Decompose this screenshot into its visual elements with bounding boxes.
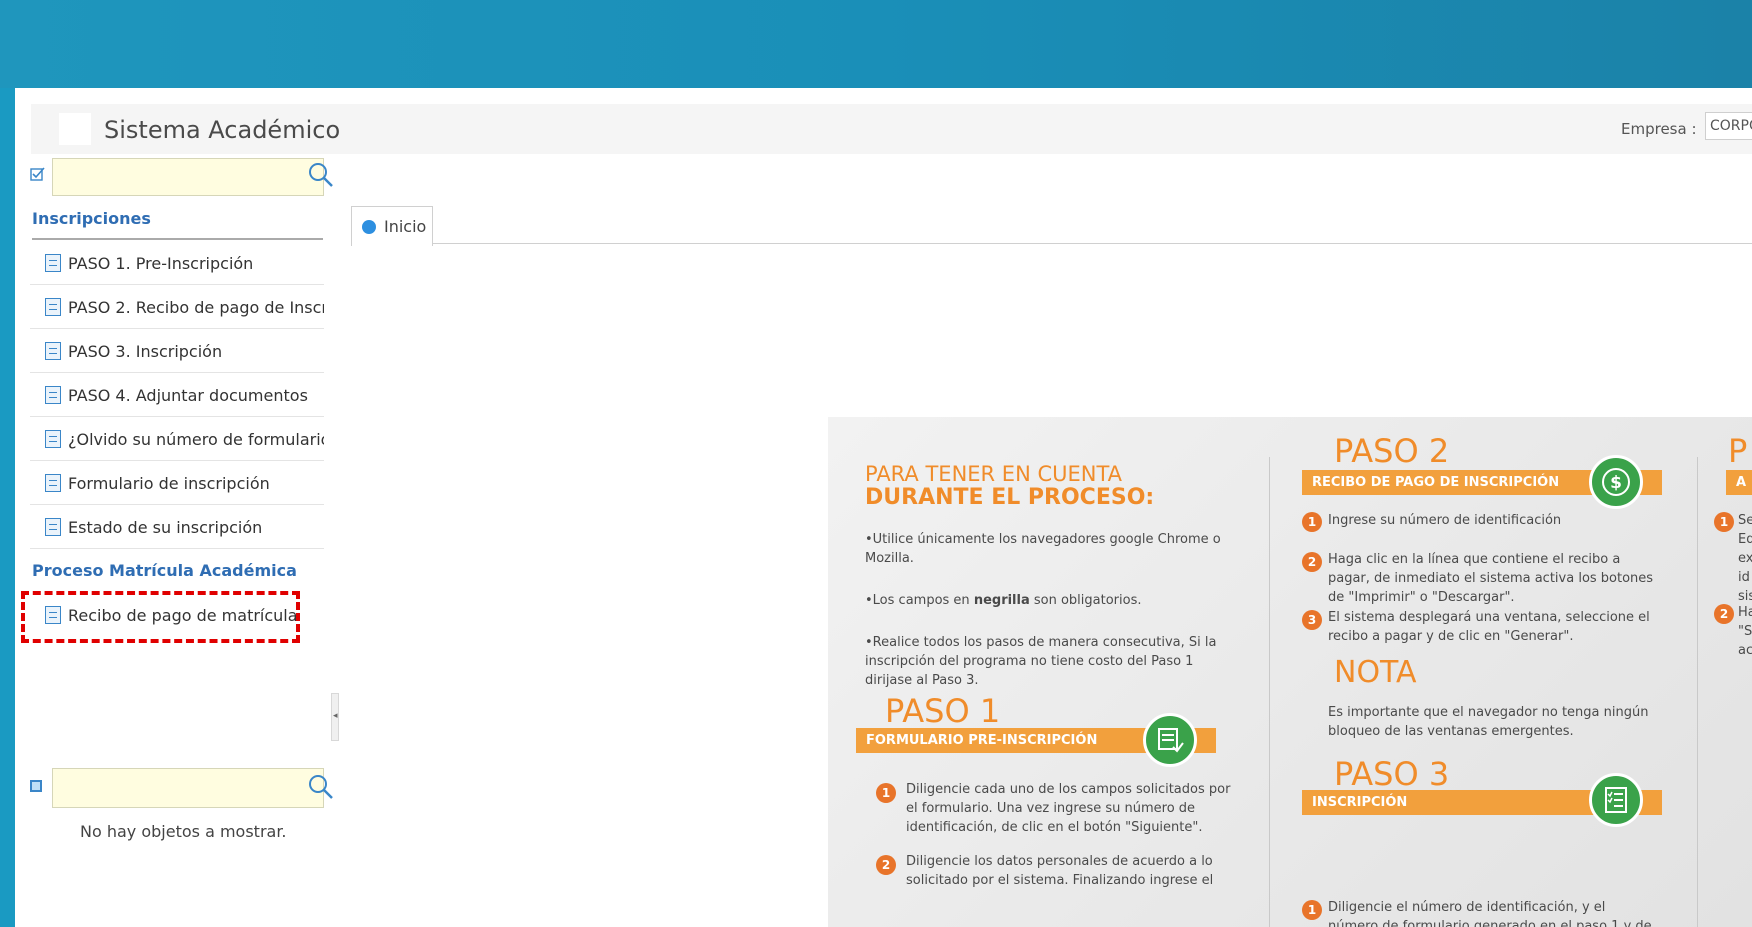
step-number-badge: 1 bbox=[1714, 512, 1734, 532]
paso1-step1: Diligencie cada uno de los campos solici… bbox=[906, 782, 1231, 835]
red-dashed-highlight bbox=[21, 591, 300, 643]
tab-inicio[interactable]: Inicio bbox=[351, 206, 433, 246]
empty-state-message: No hay objetos a mostrar. bbox=[80, 822, 287, 841]
paso4-title-partial: P bbox=[1728, 432, 1748, 470]
paso4-step1-partial: Se Ed ex id sis bbox=[1738, 513, 1752, 604]
empresa-label: Empresa : bbox=[1621, 120, 1697, 138]
app-window: Sistema Académico Empresa : CORPOR Inscr… bbox=[15, 88, 1752, 927]
menu-item-paso4[interactable]: PASO 4. Adjuntar documentos bbox=[30, 373, 324, 417]
menu-item-label: ¿Olvido su número de formulario? bbox=[68, 430, 324, 449]
menu-item-paso3[interactable]: PASO 3. Inscripción bbox=[30, 329, 324, 373]
nota-text: Es importante que el navegador no tenga … bbox=[1328, 705, 1649, 739]
nota-title: NOTA bbox=[1334, 655, 1417, 690]
menu-item-label: PASO 2. Recibo de pago de Inscripción bbox=[68, 298, 324, 317]
document-icon bbox=[45, 518, 61, 536]
document-icon bbox=[45, 254, 61, 272]
paso4-step2-partial: Ha "S ac bbox=[1738, 605, 1752, 658]
search-icon[interactable] bbox=[306, 160, 336, 190]
intro-paragraph-2: •Los campos en negrilla son obligatorios… bbox=[865, 591, 1225, 610]
menu-item-label: PASO 3. Inscripción bbox=[68, 342, 223, 361]
column-divider bbox=[1697, 457, 1698, 927]
menu-search-input[interactable] bbox=[52, 158, 324, 196]
menu-item-estado-inscripcion[interactable]: Estado de su inscripción bbox=[30, 505, 324, 549]
tab-label: Inicio bbox=[384, 217, 427, 236]
search-icon[interactable] bbox=[306, 772, 336, 802]
top-banner bbox=[0, 0, 1752, 88]
document-icon bbox=[45, 342, 61, 360]
menu-item-paso1[interactable]: PASO 1. Pre-Inscripción bbox=[30, 241, 324, 285]
instructions-infographic: PARA TENER EN CUENTA DURANTE EL PROCESO:… bbox=[828, 417, 1752, 927]
sidebar-collapse-handle[interactable]: ◂ bbox=[331, 693, 339, 741]
menu-item-label: PASO 4. Adjuntar documentos bbox=[68, 386, 308, 405]
section-divider bbox=[32, 238, 323, 240]
menu-item-olvido-formulario[interactable]: ¿Olvido su número de formulario? bbox=[30, 417, 324, 461]
chevron-left-icon: ◂ bbox=[333, 711, 338, 721]
paso3-step1: Diligencie el número de identificación, … bbox=[1328, 900, 1652, 927]
app-header: Sistema Académico Empresa : CORPOR bbox=[31, 104, 1752, 154]
object-search-input[interactable] bbox=[52, 768, 324, 808]
app-logo bbox=[59, 113, 91, 145]
step-number-badge: 2 bbox=[1714, 604, 1734, 624]
svg-text:$: $ bbox=[1610, 473, 1622, 493]
paso2-step2: Haga clic en la línea que contiene el re… bbox=[1328, 552, 1654, 605]
intro-title-line2: DURANTE EL PROCESO: bbox=[865, 485, 1155, 510]
section-heading-matricula: Proceso Matrícula Académica bbox=[32, 561, 297, 580]
step-number-badge: 3 bbox=[1302, 610, 1322, 630]
intro-paragraph-1: •Utilice únicamente los navegadores goog… bbox=[865, 532, 1221, 566]
intro-paragraph-3: •Realice todos los pasos de manera conse… bbox=[865, 635, 1217, 688]
intro-p2-bold: negrilla bbox=[973, 593, 1030, 608]
app-title: Sistema Académico bbox=[104, 116, 341, 144]
document-icon bbox=[45, 474, 61, 492]
paso2-step1: Ingrese su número de identificación bbox=[1328, 513, 1562, 528]
step-number-badge: 1 bbox=[1302, 900, 1322, 920]
empresa-select[interactable]: CORPOR bbox=[1705, 112, 1752, 140]
checkbox-filter-icon[interactable] bbox=[30, 166, 46, 186]
paso3-title: PASO 3 bbox=[1334, 755, 1450, 793]
paso1-title: PASO 1 bbox=[885, 692, 1001, 730]
step-number-badge: 1 bbox=[876, 783, 896, 803]
paso2-step3: El sistema desplegará una ventana, selec… bbox=[1328, 610, 1650, 644]
home-dot-icon bbox=[362, 220, 376, 234]
section-heading-inscripciones: Inscripciones bbox=[32, 209, 151, 228]
paso1-step2: Diligencie los datos personales de acuer… bbox=[906, 854, 1214, 888]
step-number-badge: 2 bbox=[876, 855, 896, 875]
step-number-badge: 1 bbox=[1302, 512, 1322, 532]
paso4-bar-partial: A bbox=[1726, 470, 1752, 495]
menu-item-formulario-inscripcion[interactable]: Formulario de inscripción bbox=[30, 461, 324, 505]
menu-item-label: Estado de su inscripción bbox=[68, 518, 263, 537]
document-icon bbox=[45, 430, 61, 448]
document-icon bbox=[45, 386, 61, 404]
menu-item-label: Formulario de inscripción bbox=[68, 474, 270, 493]
intro-p2-text: •Los campos en bbox=[865, 593, 974, 608]
menu-item-paso2[interactable]: PASO 2. Recibo de pago de Inscripción bbox=[30, 285, 324, 329]
column-divider bbox=[1269, 457, 1270, 927]
checklist-icon bbox=[1589, 773, 1643, 827]
tab-strip-border bbox=[351, 243, 1752, 244]
dollar-icon: $ bbox=[1589, 455, 1643, 509]
menu-item-label: PASO 1. Pre-Inscripción bbox=[68, 254, 254, 273]
intro-p2-text-end: son obligatorios. bbox=[1029, 593, 1142, 608]
paso2-title: PASO 2 bbox=[1334, 432, 1450, 470]
form-check-icon bbox=[1143, 713, 1197, 767]
object-type-icon[interactable] bbox=[30, 780, 42, 792]
step-number-badge: 2 bbox=[1302, 552, 1322, 572]
document-icon bbox=[45, 298, 61, 316]
intro-title-line1: PARA TENER EN CUENTA bbox=[865, 462, 1123, 486]
